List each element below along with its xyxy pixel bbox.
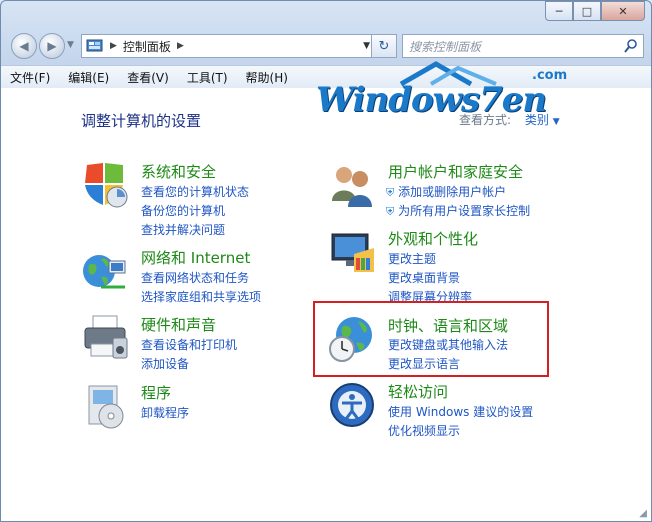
link-homegroup-sharing[interactable]: 选择家庭组和共享选项 xyxy=(141,288,261,305)
shield-icon[interactable] xyxy=(81,161,129,209)
uac-shield-icon: ⛨ xyxy=(386,205,395,218)
breadcrumb-chevron-icon[interactable]: ▶ xyxy=(110,41,117,51)
category-title-system-security[interactable]: 系统和安全 xyxy=(141,161,216,182)
breadcrumb-control-panel[interactable]: 控制面板 xyxy=(123,38,171,55)
monitor-icon[interactable] xyxy=(328,228,376,276)
ease-of-access-icon[interactable] xyxy=(328,381,376,429)
control-panel-window: ─ □ ✕ ◀ ▶ ▼ ▶ 控制面板 ▶ ▼ ↻ 搜索控制面板 文件(F) 编辑… xyxy=(0,0,652,522)
close-button[interactable]: ✕ xyxy=(601,1,645,21)
link-backup-computer[interactable]: 备份您的计算机 xyxy=(141,202,225,219)
category-title-ease-of-access[interactable]: 轻松访问 xyxy=(388,381,448,402)
category-title-programs[interactable]: 程序 xyxy=(141,382,171,403)
uac-shield-icon: ⛨ xyxy=(386,186,395,199)
link-find-fix-problems[interactable]: 查找并解决问题 xyxy=(141,221,225,238)
view-by-dropdown[interactable]: 类别 xyxy=(525,113,549,127)
link-uninstall-program[interactable]: 卸载程序 xyxy=(141,404,189,421)
link-devices-printers[interactable]: 查看设备和打印机 xyxy=(141,336,237,353)
maximize-button[interactable]: □ xyxy=(573,1,601,21)
search-box[interactable]: 搜索控制面板 xyxy=(402,34,644,58)
content-area: Windows7en .com 调整计算机的设置 查看方式: 类别 ▼ 系统和安… xyxy=(1,61,651,521)
programs-icon[interactable] xyxy=(81,382,129,430)
back-button[interactable]: ◀ xyxy=(11,33,37,59)
refresh-icon: ↻ xyxy=(378,38,390,54)
minimize-button[interactable]: ─ xyxy=(545,1,573,21)
link-optimize-video[interactable]: 优化视频显示 xyxy=(388,422,460,439)
control-panel-icon xyxy=(86,39,103,52)
address-bar[interactable]: ▶ 控制面板 ▶ ▼ xyxy=(81,34,377,58)
link-add-device[interactable]: 添加设备 xyxy=(141,355,189,372)
menu-tools[interactable]: 工具(T) xyxy=(178,69,237,86)
link-add-remove-accounts-label: 添加或删除用户帐户 xyxy=(398,185,507,199)
back-arrow-icon: ◀ xyxy=(19,39,29,53)
navigation-row: ◀ ▶ ▼ ▶ 控制面板 ▶ ▼ ↻ 搜索控制面板 xyxy=(9,31,645,61)
category-title-network[interactable]: 网络和 Internet xyxy=(141,247,250,268)
breadcrumb-chevron-icon[interactable]: ▶ xyxy=(177,41,184,51)
view-by: 查看方式: 类别 ▼ xyxy=(459,111,560,128)
forward-button[interactable]: ▶ xyxy=(39,33,65,59)
page-title: 调整计算机的设置 xyxy=(81,112,202,130)
resize-grip-icon[interactable]: ◢ xyxy=(639,508,647,519)
view-by-label: 查看方式: xyxy=(459,113,512,127)
menu-file[interactable]: 文件(F) xyxy=(1,69,59,86)
view-by-chevron-icon[interactable]: ▼ xyxy=(553,117,560,127)
menu-edit[interactable]: 编辑(E) xyxy=(59,69,118,86)
category-title-hardware[interactable]: 硬件和声音 xyxy=(141,314,216,335)
link-desktop-background[interactable]: 更改桌面背景 xyxy=(388,269,460,286)
highlight-box xyxy=(313,301,549,377)
forward-arrow-icon: ▶ xyxy=(47,39,57,53)
link-recommended-settings[interactable]: 使用 Windows 建议的设置 xyxy=(388,403,533,420)
link-parental-controls-label: 为所有用户设置家长控制 xyxy=(398,204,531,218)
link-parental-controls[interactable]: ⛨ 为所有用户设置家长控制 xyxy=(386,202,530,219)
users-icon[interactable] xyxy=(328,161,376,209)
caption-buttons: ─ □ ✕ xyxy=(545,1,645,21)
link-view-computer-status[interactable]: 查看您的计算机状态 xyxy=(141,183,249,200)
address-dropdown-icon[interactable]: ▼ xyxy=(363,41,370,51)
link-change-theme[interactable]: 更改主题 xyxy=(388,250,436,267)
network-globe-icon[interactable] xyxy=(81,247,129,295)
link-network-status[interactable]: 查看网络状态和任务 xyxy=(141,269,249,286)
menu-help[interactable]: 帮助(H) xyxy=(237,69,297,86)
search-icon[interactable] xyxy=(624,39,638,53)
watermark-suffix: .com xyxy=(532,68,568,83)
refresh-button[interactable]: ↻ xyxy=(371,34,397,58)
recent-pages-icon[interactable]: ▼ xyxy=(67,40,74,50)
category-title-appearance[interactable]: 外观和个性化 xyxy=(388,228,478,249)
search-input[interactable]: 搜索控制面板 xyxy=(409,38,481,55)
link-add-remove-accounts[interactable]: ⛨ 添加或删除用户帐户 xyxy=(386,183,506,200)
printer-icon[interactable] xyxy=(81,314,129,362)
category-title-user-accounts[interactable]: 用户帐户和家庭安全 xyxy=(388,161,523,182)
menu-view[interactable]: 查看(V) xyxy=(118,69,178,86)
